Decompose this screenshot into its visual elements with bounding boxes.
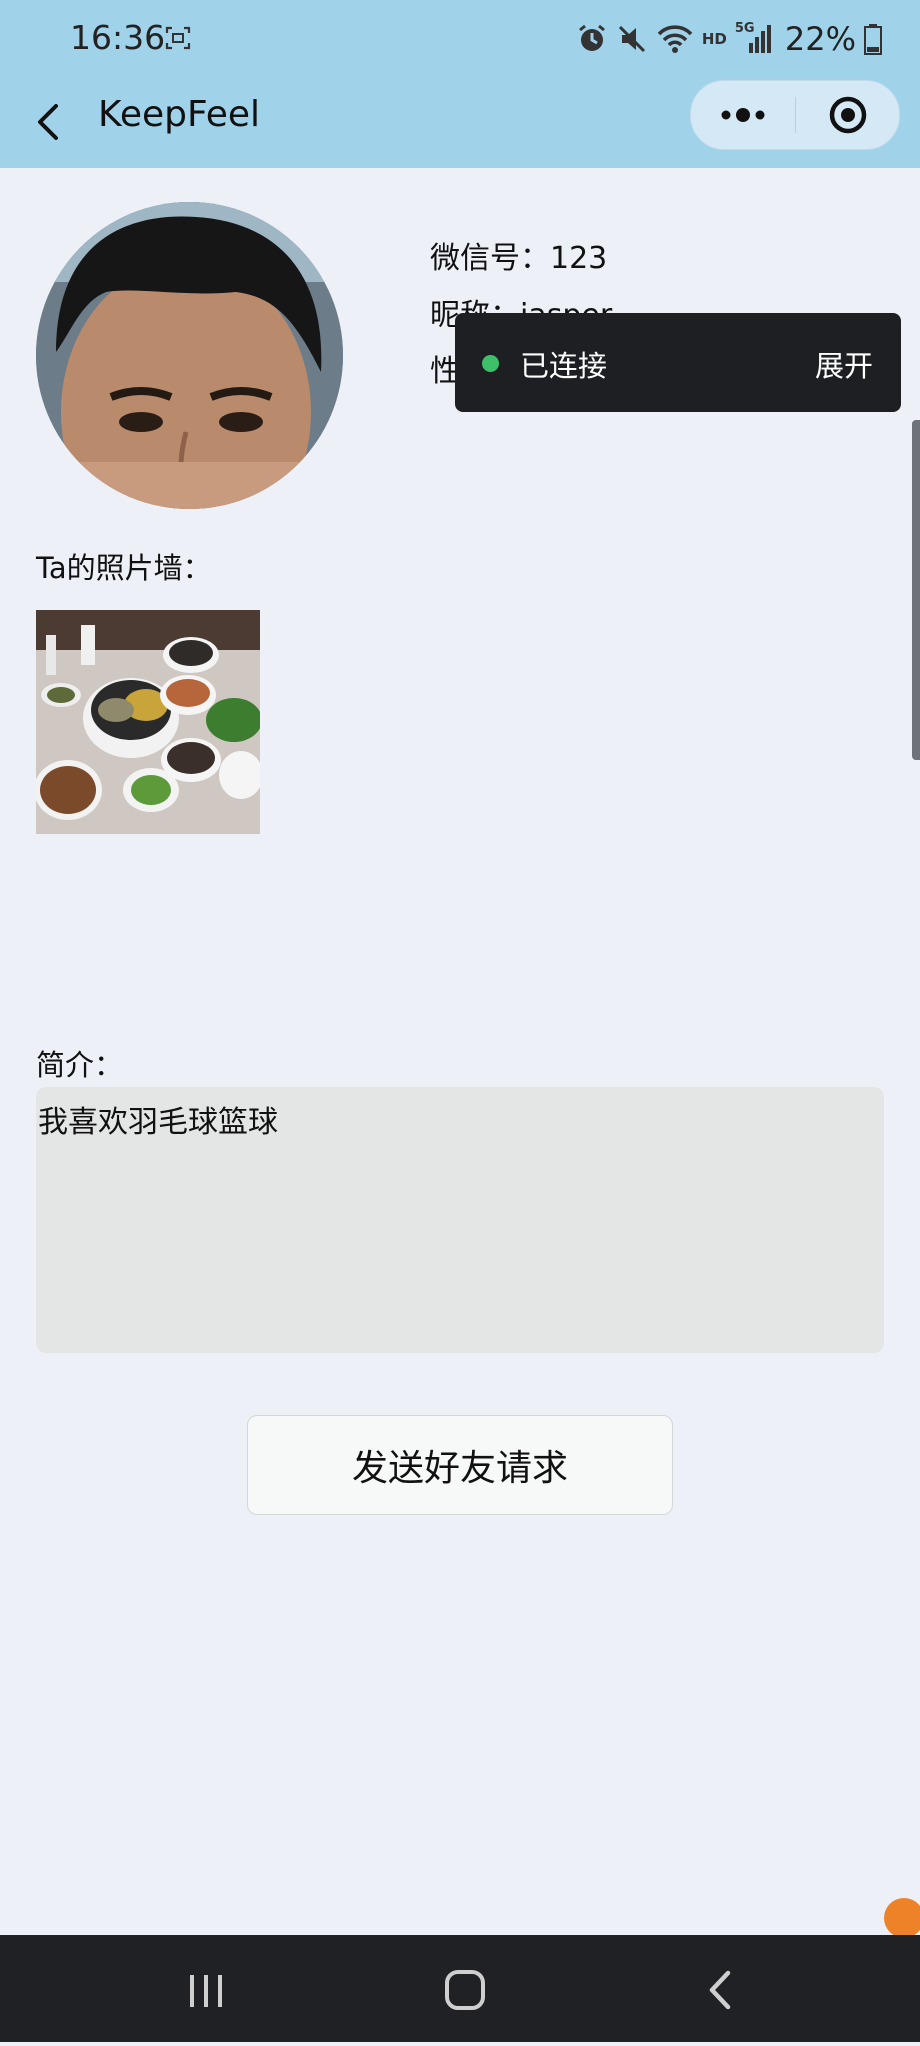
avatar-photo (36, 202, 343, 509)
photo-wall-image[interactable] (36, 610, 260, 834)
home-button[interactable] (375, 1935, 555, 2042)
back-icon (709, 1970, 731, 2010)
home-icon (445, 1970, 485, 2010)
status-icons: HD 5G 22% (576, 14, 882, 64)
food-photo (36, 610, 260, 834)
mini-program-navbar: KeepFeel (0, 78, 920, 168)
recent-apps-button[interactable] (118, 1935, 298, 2042)
target-circle-icon (829, 96, 867, 134)
mute-icon (618, 25, 645, 53)
expand-button[interactable]: 展开 (815, 343, 873, 385)
avatar (36, 202, 343, 509)
bio-text: 我喜欢羽毛球篮球 (38, 1105, 278, 1140)
photo-wall-label: Ta的照片墙： (36, 551, 212, 585)
status-time: 16:36 (70, 18, 166, 57)
system-navigation-bar (0, 1935, 920, 2042)
recent-apps-icon (190, 1975, 222, 2007)
bio-text-area: 我喜欢羽毛球篮球 (36, 1087, 884, 1353)
close-button[interactable] (796, 81, 899, 149)
scrollbar[interactable] (912, 420, 920, 760)
floating-debug-icon[interactable] (884, 1898, 920, 1938)
screen-record-icon (165, 26, 191, 50)
connection-status: 已连接 (520, 349, 608, 383)
battery-percent: 22% (784, 20, 856, 58)
capsule-menu (690, 80, 900, 150)
wifi-icon (657, 25, 693, 53)
bio-label: 简介： (36, 1048, 124, 1082)
signal-bars (748, 25, 771, 53)
more-button[interactable] (691, 81, 795, 149)
hd-icon: HD (701, 30, 727, 48)
system-back-button[interactable] (632, 1935, 812, 2042)
connection-toast: 已连接 展开 (455, 313, 901, 412)
status-bar: 16:36 HD 5G 22% (0, 0, 920, 78)
battery-icon (864, 24, 882, 55)
send-friend-request-button[interactable]: 发送好友请求 (247, 1415, 673, 1515)
alarm-icon (578, 24, 605, 51)
chevron-left-icon[interactable] (30, 96, 70, 148)
5g-signal-icon: 5G (735, 21, 771, 55)
page-title: KeepFeel (98, 94, 260, 135)
wechat-id: 微信号：123 (430, 241, 608, 276)
more-dots-icon (721, 108, 765, 122)
connected-status-dot (482, 355, 499, 372)
